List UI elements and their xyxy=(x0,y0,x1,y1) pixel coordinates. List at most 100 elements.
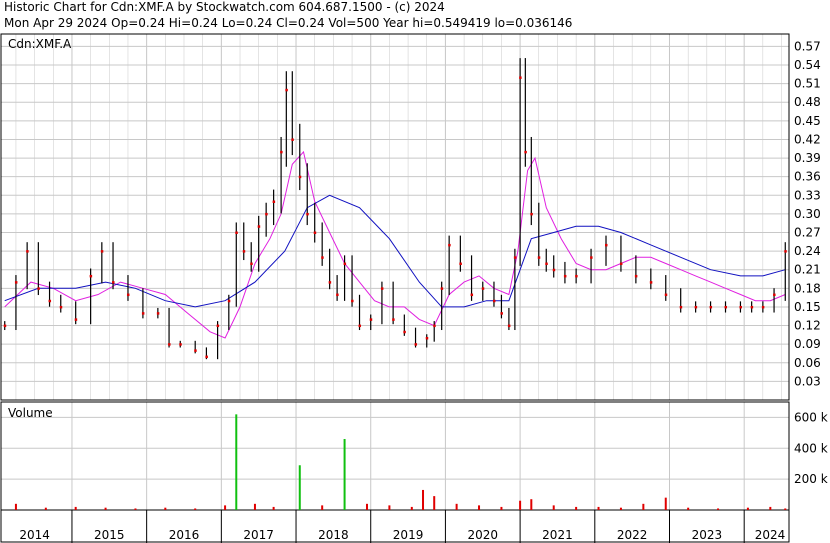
close-dot xyxy=(336,293,339,297)
close-dot xyxy=(37,287,40,290)
close-dot xyxy=(168,343,171,346)
volume-bar xyxy=(253,503,256,510)
price-tick-label: 0.45 xyxy=(794,114,821,128)
volume-bar xyxy=(44,507,47,510)
year-tick-label: 2024 xyxy=(755,528,786,542)
year-tick-label: 2014 xyxy=(19,528,50,542)
volume-panel-label: Volume xyxy=(8,406,53,420)
close-dot xyxy=(328,281,332,284)
close-dot xyxy=(280,150,283,154)
price-tick-label: 0.51 xyxy=(794,77,821,91)
volume-bar xyxy=(519,500,522,510)
volume-bar xyxy=(575,506,578,510)
year-tick-label: 2021 xyxy=(542,528,573,542)
close-dot xyxy=(507,324,511,328)
close-dot xyxy=(590,256,593,259)
close-dot xyxy=(59,305,63,309)
close-dot xyxy=(298,175,302,179)
price-tick-label: 0.57 xyxy=(794,39,821,53)
close-dot xyxy=(679,305,683,309)
close-dot xyxy=(459,262,462,266)
volume-tick-label: 200 k xyxy=(794,472,828,486)
price-tick-label: 0.27 xyxy=(794,226,821,240)
volume-bar xyxy=(530,499,533,510)
volume-bar xyxy=(365,503,368,510)
volume-bar xyxy=(422,489,425,510)
price-tick-label: 0.24 xyxy=(794,244,821,258)
volume-bar xyxy=(410,506,413,510)
close-dot xyxy=(216,324,220,328)
volume-bar xyxy=(597,506,600,510)
year-tick-label: 2020 xyxy=(467,528,498,542)
close-dot xyxy=(761,305,765,309)
close-dot xyxy=(425,336,429,340)
price-panel-frame xyxy=(0,33,790,401)
chart-canvas: Cdn:XMF.A Volume 0.57 0.54 0.51 0.48 0.45 0.4… xyxy=(0,33,828,543)
price-tick-label: 0.36 xyxy=(794,170,821,184)
price-tick-label: 0.12 xyxy=(794,319,821,333)
close-dot xyxy=(649,281,653,284)
close-dot xyxy=(26,250,29,253)
volume-bar xyxy=(642,503,645,510)
close-dot xyxy=(440,287,444,290)
close-dot xyxy=(265,212,268,216)
close-dot xyxy=(100,250,104,253)
volume-bar xyxy=(784,508,787,510)
close-dot xyxy=(3,324,7,328)
volume-bar xyxy=(235,414,238,510)
close-dot xyxy=(605,243,608,247)
volume-grid xyxy=(1,402,789,510)
volume-bar xyxy=(500,506,503,510)
close-dot xyxy=(739,305,742,309)
price-tick-label: 0.03 xyxy=(794,374,821,388)
price-tick-label: 0.42 xyxy=(794,132,821,146)
volume-bar xyxy=(664,497,667,510)
volume-bar xyxy=(164,507,167,510)
close-dot xyxy=(179,343,182,346)
close-dot xyxy=(519,76,522,79)
price-tick-label: 0.15 xyxy=(794,300,821,314)
volume-bar xyxy=(619,507,622,510)
close-dot xyxy=(343,262,347,266)
date-ticks: 2014 2015 2016 2017 2018 2019 2020 2021 2022 2023… xyxy=(19,510,785,543)
close-dot xyxy=(227,299,231,303)
year-tick-label: 2023 xyxy=(692,528,723,542)
volume-bar xyxy=(343,439,346,510)
close-dot xyxy=(112,281,115,284)
moving-average-fast-line xyxy=(4,150,786,339)
volume-bar xyxy=(455,503,458,510)
close-dot xyxy=(351,299,354,303)
close-dot xyxy=(369,318,373,321)
volume-bar xyxy=(552,505,555,510)
price-tick-label: 0.21 xyxy=(794,263,821,277)
close-dot xyxy=(481,287,485,290)
volume-ticks: 600 k 400 k 200 k xyxy=(794,410,828,486)
close-dot xyxy=(500,312,503,315)
moving-averages xyxy=(4,150,786,339)
volume-bar xyxy=(769,506,772,510)
year-tick-label: 2018 xyxy=(318,528,349,542)
close-dot xyxy=(513,256,517,259)
volume-bar xyxy=(433,496,436,510)
volume-bar xyxy=(74,506,77,510)
close-dot xyxy=(709,305,713,309)
close-dot xyxy=(257,225,261,228)
close-dot xyxy=(250,262,253,266)
volume-bar xyxy=(746,507,749,510)
close-dot xyxy=(321,256,324,259)
volume-bar xyxy=(194,508,197,510)
close-dot xyxy=(306,212,309,216)
price-tick-label: 0.48 xyxy=(794,95,821,109)
close-dot xyxy=(524,150,527,154)
close-dot xyxy=(358,324,362,328)
close-dot xyxy=(156,312,160,315)
volume-bar xyxy=(134,508,137,510)
price-tick-label: 0.39 xyxy=(794,151,821,165)
price-grid xyxy=(1,34,789,400)
close-dot xyxy=(414,343,418,346)
year-tick-label: 2017 xyxy=(243,528,274,542)
close-dot xyxy=(235,231,238,235)
volume-bar xyxy=(687,507,690,510)
close-dot xyxy=(784,250,787,253)
close-dot xyxy=(492,299,496,303)
